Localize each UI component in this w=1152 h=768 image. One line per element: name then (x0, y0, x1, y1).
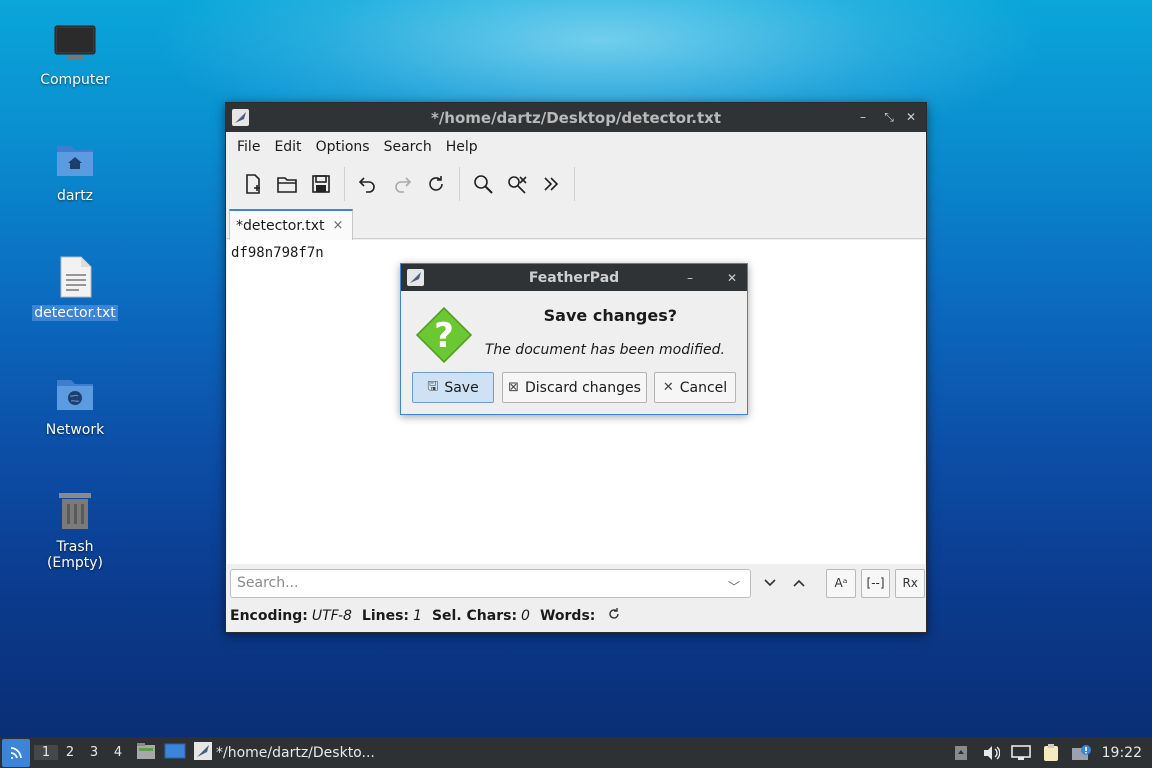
workspace-2[interactable]: 2 (58, 745, 82, 760)
desktop-icon-trash[interactable]: Trash (Empty) (25, 489, 125, 571)
featherpad-app-icon (407, 269, 424, 286)
close-icon[interactable]: ✕ (723, 268, 741, 288)
toolbar (226, 162, 926, 206)
discard-changes-button[interactable]: ⊠ Discard changes (502, 372, 647, 403)
desktop-icon-label: dartz (56, 188, 94, 204)
toolbar-separator (344, 167, 345, 201)
menu-search[interactable]: Search (377, 139, 439, 155)
clipboard-icon[interactable] (1036, 737, 1066, 768)
sel-chars-value: 0 (521, 608, 530, 624)
workspace-3[interactable]: 3 (82, 745, 106, 760)
refresh-words-icon[interactable] (607, 607, 621, 625)
dialog-titlebar[interactable]: FeatherPad – ✕ (401, 264, 747, 291)
cancel-icon: ✕ (662, 380, 674, 395)
tab-label: *detector.txt (236, 217, 325, 234)
regex-button[interactable]: Rx (895, 568, 925, 598)
minimize-icon[interactable]: – (854, 107, 872, 127)
taskbar-app-featherpad[interactable]: */home/dartz/Deskto... (194, 741, 375, 764)
network-monitor-icon[interactable] (1006, 737, 1036, 768)
reload-icon[interactable] (419, 167, 453, 201)
new-file-icon[interactable] (236, 167, 270, 201)
menu-help[interactable]: Help (439, 139, 485, 155)
save-icon: 🖫 (427, 378, 439, 394)
file-manager-icon[interactable] (136, 742, 156, 764)
clock[interactable]: 19:22 (1096, 745, 1152, 761)
more-icon[interactable] (534, 167, 568, 201)
discard-icon: ⊠ (508, 380, 519, 395)
menu-options[interactable]: Options (309, 139, 377, 155)
computer-icon (53, 22, 97, 66)
encoding-label: Encoding: (230, 608, 308, 624)
lines-value: 1 (413, 608, 422, 624)
search-bar: ﹀ Aᵃ [--] Rx (227, 565, 925, 601)
undo-icon[interactable] (351, 167, 385, 201)
tray-expand-icon[interactable] (946, 737, 976, 768)
taskbar-app-label: */home/dartz/Deskto... (216, 744, 375, 761)
featherpad-app-icon (194, 741, 212, 764)
find-icon[interactable] (466, 167, 500, 201)
open-folder-icon[interactable] (270, 167, 304, 201)
menu-bar: File Edit Options Search Help (226, 132, 926, 162)
desktop-icon-dartz[interactable]: dartz (25, 138, 125, 204)
desktop-icon-network[interactable]: Network (25, 372, 125, 438)
redo-icon[interactable] (385, 167, 419, 201)
text-file-icon (53, 255, 97, 299)
taskbar: 1 2 3 4 */home/dartz/Deskto... 19:22 (0, 737, 1152, 768)
dialog-heading: Save changes? (543, 306, 677, 325)
notification-icon[interactable] (1066, 737, 1096, 768)
desktop-icon-label: detector.txt (32, 305, 118, 321)
window-title: */home/dartz/Desktop/detector.txt (430, 108, 722, 127)
volume-icon[interactable] (976, 737, 1006, 768)
maximize-icon[interactable]: ⤡ (880, 107, 898, 127)
save-button-label: Save (444, 379, 479, 396)
cancel-button-label: Cancel (679, 379, 728, 396)
desktop-icon-label: Trash (Empty) (46, 539, 104, 571)
network-folder-icon (53, 372, 97, 416)
save-button[interactable]: 🖫 Save (412, 372, 494, 403)
tab-bar: *detector.txt × (226, 206, 926, 240)
replace-icon[interactable] (500, 167, 534, 201)
tab-detector[interactable]: *detector.txt × (229, 209, 353, 240)
words-label: Words: (539, 608, 596, 624)
show-desktop-icon[interactable] (164, 742, 186, 764)
system-tray: 19:22 (946, 737, 1152, 768)
featherpad-app-icon (232, 109, 249, 126)
encoding-value: UTF-8 (311, 608, 352, 624)
minimize-icon[interactable]: – (681, 268, 699, 288)
chevron-down-icon[interactable]: ﹀ (728, 578, 740, 595)
start-menu-button[interactable] (2, 738, 30, 767)
discard-button-label: Discard changes (525, 379, 641, 396)
cancel-button[interactable]: ✕ Cancel (654, 372, 736, 403)
find-previous-icon[interactable] (785, 569, 815, 598)
save-changes-dialog: FeatherPad – ✕ ? Save changes? The docum… (400, 263, 748, 415)
toolbar-separator (459, 167, 460, 201)
trash-icon (53, 489, 97, 533)
window-titlebar[interactable]: */home/dartz/Desktop/detector.txt – ⤡ ✕ (226, 103, 926, 132)
workspace-1[interactable]: 1 (34, 745, 58, 760)
sel-chars-label: Sel. Chars: (431, 608, 518, 624)
menu-file[interactable]: File (230, 139, 267, 155)
search-input[interactable] (230, 568, 751, 598)
find-next-icon[interactable] (755, 569, 785, 598)
close-icon[interactable]: ✕ (902, 107, 920, 127)
save-icon[interactable] (304, 167, 338, 201)
lines-label: Lines: (361, 608, 410, 624)
home-folder-icon (53, 138, 97, 182)
menu-edit[interactable]: Edit (267, 139, 308, 155)
desktop-icon-detector[interactable]: detector.txt (25, 255, 125, 321)
desktop-icon-label: Network (45, 422, 105, 438)
status-bar: Encoding: UTF-8 Lines: 1 Sel. Chars: 0 W… (230, 606, 621, 626)
match-case-button[interactable]: Aᵃ (826, 568, 856, 598)
whole-word-button[interactable]: [--] (860, 568, 891, 598)
workspace-4[interactable]: 4 (106, 745, 130, 760)
desktop-icon-label: Computer (40, 72, 110, 88)
toolbar-separator (574, 167, 575, 201)
dialog-message: The document has been modified. (484, 342, 725, 358)
tab-close-icon[interactable]: × (333, 218, 344, 233)
desktop-icon-computer[interactable]: Computer (25, 22, 125, 88)
